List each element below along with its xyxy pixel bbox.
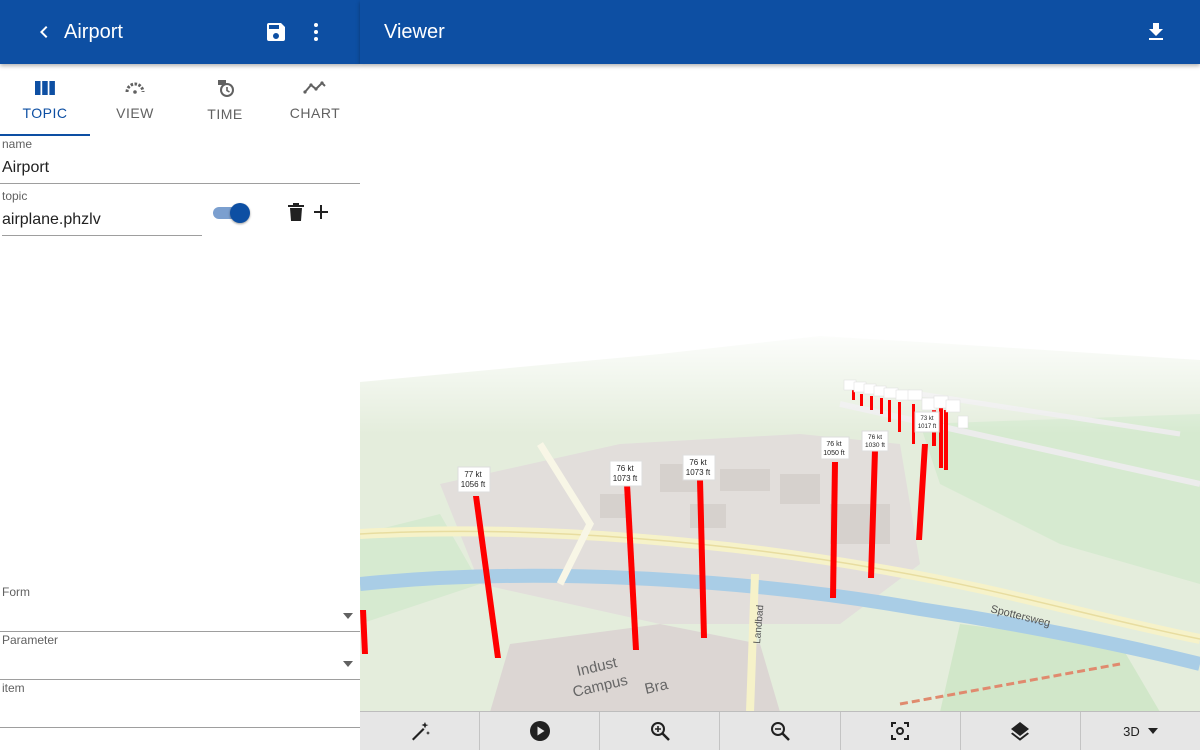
form-select[interactable] [0, 600, 360, 632]
topic-toggle[interactable] [212, 203, 252, 223]
save-icon [267, 23, 285, 41]
more-vert-icon [314, 23, 318, 41]
marker-speed: 77 kt [464, 470, 482, 479]
parameter-label: Parameter [2, 633, 59, 647]
play-button[interactable] [480, 712, 601, 750]
viewer-title: Viewer [384, 21, 445, 43]
tab-chart[interactable]: CHART [270, 64, 360, 136]
download-button[interactable] [1144, 20, 1168, 44]
gauge-icon [125, 82, 145, 94]
panel-tabs: TOPIC VIEW TIME CHART [0, 64, 360, 136]
tab-label: CHART [289, 105, 341, 121]
marker-alt: 1056 ft [461, 480, 486, 489]
topic-underline [2, 235, 202, 236]
form-label: Form [2, 585, 30, 599]
columns-icon [35, 81, 55, 95]
parameter-select[interactable] [0, 648, 360, 680]
tab-label: VIEW [116, 105, 154, 121]
auto-fix-button[interactable] [360, 712, 481, 750]
item-underline [0, 727, 360, 728]
line-chart-icon [303, 81, 326, 94]
parameter-underline [0, 679, 360, 680]
topic-label: topic [2, 189, 28, 203]
more-menu-button[interactable] [304, 20, 328, 44]
name-underline [0, 183, 360, 184]
plus-icon [314, 205, 328, 219]
marker-speed: 73 kt [920, 416, 933, 422]
tab-topic[interactable]: TOPIC [0, 64, 90, 136]
add-topic-button[interactable] [311, 202, 331, 222]
marker-alt: 1073 ft [686, 468, 711, 477]
zoom-out-icon [770, 722, 790, 741]
center-focus-icon [891, 722, 910, 740]
form-underline [0, 631, 360, 632]
dropdown-arrow-icon [343, 613, 353, 619]
dropdown-arrow-icon [1147, 728, 1158, 734]
marker-alt: 1073 ft [613, 474, 638, 483]
panel-title: Airport [64, 21, 123, 43]
marker-speed: 76 kt [868, 434, 882, 441]
tab-label: TIME [207, 106, 243, 122]
history-icon [218, 80, 234, 97]
chevron-left-icon [40, 26, 48, 38]
tab-time[interactable]: TIME [180, 64, 270, 136]
center-focus-button[interactable] [841, 712, 961, 750]
marker-alt: 1017 ft [918, 424, 937, 430]
zoom-in-button[interactable] [600, 712, 721, 750]
viewer-toolbar: 3D [360, 711, 1200, 750]
download-icon [1149, 23, 1163, 40]
marker-speed: 76 kt [616, 464, 634, 473]
dropdown-arrow-icon [343, 661, 353, 667]
layers-icon [1011, 722, 1030, 741]
viewer-panel: Viewer Spottersweg Landbad Campus Indust… [360, 0, 1200, 750]
marker-speed: 76 kt [826, 441, 841, 448]
toggle-thumb [230, 203, 250, 223]
view-mode-value: 3D [1123, 723, 1140, 739]
tab-label: TOPIC [22, 105, 68, 121]
magic-wand-icon [411, 722, 430, 741]
marker-speed: 76 kt [689, 458, 707, 467]
back-button[interactable] [32, 20, 56, 44]
left-panel: Airport TOPIC VIEW TIME CHART name Airpo… [0, 0, 361, 750]
zoom-in-icon [650, 722, 670, 741]
name-label: name [2, 137, 33, 151]
map-canvas: Spottersweg Landbad Campus Indust Bra 77… [360, 324, 1200, 712]
view-mode-select[interactable]: 3D [1081, 712, 1200, 750]
name-field[interactable]: Airport [2, 159, 49, 177]
marker-alt: 1030 ft [865, 442, 885, 449]
map-3d-view[interactable]: Spottersweg Landbad Campus Indust Bra 77… [360, 64, 1200, 712]
save-button[interactable] [264, 20, 288, 44]
marker-alt: 1050 ft [823, 450, 844, 457]
map-far-fade [360, 324, 1200, 434]
item-field[interactable] [0, 696, 360, 727]
tab-view[interactable]: VIEW [90, 64, 180, 136]
zoom-out-button[interactable] [720, 712, 841, 750]
layers-button[interactable] [961, 712, 1081, 750]
delete-topic-button[interactable] [286, 202, 306, 222]
trash-icon [288, 203, 304, 221]
play-circle-icon [529, 721, 550, 741]
topic-field[interactable]: airplane.phzlv [2, 211, 101, 229]
left-app-bar: Airport [0, 0, 360, 64]
item-label: item [2, 681, 25, 695]
viewer-app-bar: Viewer [360, 0, 1200, 64]
